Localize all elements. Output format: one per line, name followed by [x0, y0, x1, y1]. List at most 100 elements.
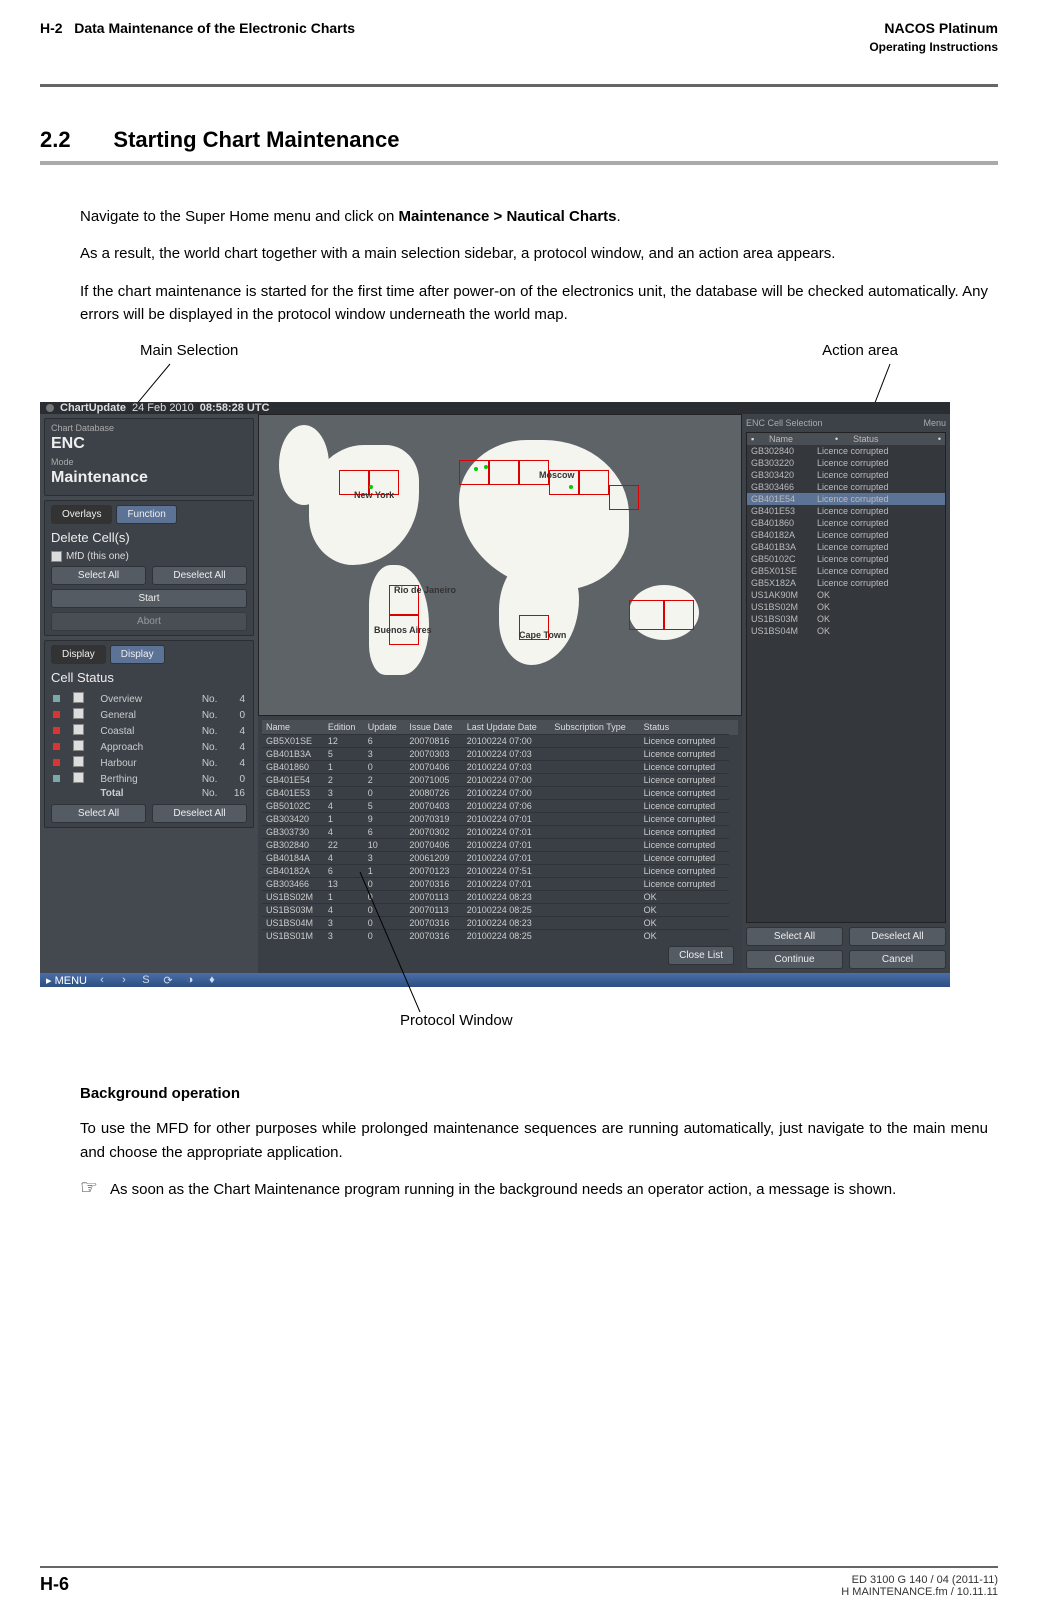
abort-button[interactable]: Abort [51, 612, 247, 631]
map-label-buenos: Buenos Aires [374, 625, 432, 635]
chart-database-panel: Chart Database ENC Mode Maintenance [44, 418, 254, 496]
main-selection-sidebar: Chart Database ENC Mode Maintenance Over… [40, 414, 258, 973]
cell-list-item[interactable]: US1BS02MOK [747, 601, 945, 613]
protocol-header: Edition [324, 720, 364, 735]
protocol-row[interactable]: GB401B3A532007030320100224 07:03Licence … [262, 748, 738, 761]
cell-status-row[interactable]: OverviewNo.4 [51, 691, 247, 707]
cell-status-row[interactable]: BerthingNo.0 [51, 771, 247, 787]
protocol-row[interactable]: GB303420192007031920100224 07:01Licence … [262, 813, 738, 826]
protocol-row[interactable]: US1BS01M302007031620100224 08:25OK [262, 930, 738, 943]
header-divider [40, 84, 998, 87]
protocol-header: Name [262, 720, 324, 735]
protocol-header [729, 720, 738, 735]
enc-selection-title: ENC Cell Selection [746, 418, 823, 428]
doc-subtitle: Operating Instructions [869, 40, 998, 54]
cell-list-item[interactable]: GB5X182ALicence corrupted [747, 577, 945, 589]
cell-list-item[interactable]: GB401E54Licence corrupted [747, 493, 945, 505]
overlays-tab[interactable]: Overlays [51, 505, 112, 524]
protocol-row[interactable]: GB40182A612007012320100224 07:51Licence … [262, 865, 738, 878]
cell-list-item[interactable]: US1BS04MOK [747, 625, 945, 637]
paragraph-2: As a result, the world chart together wi… [80, 242, 988, 265]
display-value: Cell Status [51, 670, 247, 685]
cell-list-item[interactable]: GB303466Licence corrupted [747, 481, 945, 493]
chart-db-label: Chart Database [51, 423, 247, 433]
cell-list-item[interactable]: GB401B3ALicence corrupted [747, 541, 945, 553]
function-panel: Overlays Function Delete Cell(s) MfD (th… [44, 500, 254, 636]
paragraph-3: If the chart maintenance is started for … [80, 280, 988, 327]
function-tab[interactable]: Function [116, 505, 176, 524]
protocol-row[interactable]: US1BS02M102007011320100224 08:23OK [262, 891, 738, 904]
cell-list-item[interactable]: US1BS03MOK [747, 613, 945, 625]
protocol-row[interactable]: GB40184A432006120920100224 07:01Licence … [262, 852, 738, 865]
cell-status-row[interactable]: CoastalNo.4 [51, 723, 247, 739]
select-all-button[interactable]: Select All [51, 566, 146, 585]
paragraph-1: Navigate to the Super Home menu and clic… [80, 205, 988, 228]
protocol-row[interactable]: GB3034661302007031620100224 07:01Licence… [262, 878, 738, 891]
cell-list-item[interactable]: GB302840Licence corrupted [747, 445, 945, 457]
chapter-title: Data Maintenance of the Electronic Chart… [74, 20, 355, 36]
cell-status-total-row: Total No. 16 [51, 787, 247, 800]
cell-list-item[interactable]: GB5X01SELicence corrupted [747, 565, 945, 577]
display-tab-inactive[interactable]: Display [51, 645, 106, 664]
cell-list-item[interactable]: GB40182ALicence corrupted [747, 529, 945, 541]
enc-cell-list[interactable]: ▪Name•Status•GB302840Licence corruptedGB… [746, 432, 946, 923]
protocol-header: Subscription Type [550, 720, 639, 735]
protocol-row[interactable]: GB303730462007030220100224 07:01Licence … [262, 826, 738, 839]
map-label-cape: Cape Town [519, 630, 566, 640]
cell-list-item[interactable]: GB401E53Licence corrupted [747, 505, 945, 517]
mfd-label: MfD (this one) [66, 551, 129, 562]
window-titlebar: ChartUpdate 24 Feb 2010 08:58:28 UTC [40, 402, 950, 414]
function-value: Delete Cell(s) [51, 530, 247, 545]
start-button[interactable]: Start [51, 589, 247, 608]
cell-list-item[interactable]: US1AK90MOK [747, 589, 945, 601]
mode-value: Maintenance [51, 469, 247, 487]
display-tab-active[interactable]: Display [110, 645, 165, 664]
mfd-checkbox[interactable] [51, 551, 62, 562]
protocol-row[interactable]: GB30284022102007040620100224 07:01Licenc… [262, 839, 738, 852]
cell-status-row[interactable]: HarbourNo.4 [51, 755, 247, 771]
map-label-moscow: Moscow [539, 470, 575, 480]
protocol-header: Last Update Date [463, 720, 551, 735]
status-select-all-button[interactable]: Select All [51, 804, 146, 823]
cell-status-row[interactable]: GeneralNo.0 [51, 707, 247, 723]
section-title: Starting Chart Maintenance [113, 127, 399, 152]
right-deselect-all-button[interactable]: Deselect All [849, 927, 946, 946]
protocol-row[interactable]: GB401E53302008072620100224 07:00Licence … [262, 787, 738, 800]
cell-status-table: OverviewNo.4 GeneralNo.0 CoastalNo.4 App… [51, 691, 247, 800]
mfd-checkbox-row[interactable]: MfD (this one) [51, 551, 247, 562]
protocol-row[interactable]: GB401E54222007100520100224 07:00Licence … [262, 774, 738, 787]
protocol-table: NameEditionUpdateIssue DateLast Update D… [262, 720, 738, 942]
status-deselect-all-button[interactable]: Deselect All [152, 804, 247, 823]
protocol-row[interactable]: GB50102C452007040320100224 07:06Licence … [262, 800, 738, 813]
enc-menu-label[interactable]: Menu [923, 418, 946, 428]
annotation-protocol-window: Protocol Window [400, 1012, 513, 1029]
world-map[interactable]: New York Moscow Rio de Janeiro Buenos Ai… [258, 414, 742, 716]
note-icon: ☞ [80, 1178, 98, 1198]
protocol-header: Status [640, 720, 729, 735]
section-divider [40, 161, 998, 165]
cell-status-row[interactable]: ApproachNo.4 [51, 739, 247, 755]
protocol-row[interactable]: US1BS04M302007031620100224 08:23OK [262, 917, 738, 930]
protocol-row[interactable]: US1BS03M402007011320100224 08:25OK [262, 904, 738, 917]
cell-list-item[interactable]: GB401860Licence corrupted [747, 517, 945, 529]
cell-list-item[interactable]: GB50102CLicence corrupted [747, 553, 945, 565]
chapter-code: H-2 [40, 20, 63, 36]
map-label-rio: Rio de Janeiro [394, 585, 456, 595]
footer-divider [40, 1566, 998, 1568]
right-select-all-button[interactable]: Select All [746, 927, 843, 946]
app-name: ChartUpdate [60, 402, 126, 414]
cell-list-item[interactable]: GB303420Licence corrupted [747, 469, 945, 481]
cell-list-item[interactable]: GB303220Licence corrupted [747, 457, 945, 469]
background-op-heading: Background operation [80, 1082, 988, 1105]
titlebar-time: 08:58:28 UTC [200, 402, 270, 414]
deselect-all-button[interactable]: Deselect All [152, 566, 247, 585]
protocol-row[interactable]: GB401860102007040620100224 07:03Licence … [262, 761, 738, 774]
footer-doc-id: ED 3100 G 140 / 04 (2011-11) [841, 1574, 998, 1586]
app-icon [46, 404, 54, 412]
map-label-newyork: New York [354, 490, 394, 500]
mode-label: Mode [51, 457, 247, 467]
background-op-p1: To use the MFD for other purposes while … [80, 1117, 988, 1164]
protocol-window: NameEditionUpdateIssue DateLast Update D… [258, 716, 742, 973]
protocol-row[interactable]: GB5X01SE1262007081620100224 07:00Licence… [262, 735, 738, 748]
annotation-line-protocol [40, 962, 998, 1042]
